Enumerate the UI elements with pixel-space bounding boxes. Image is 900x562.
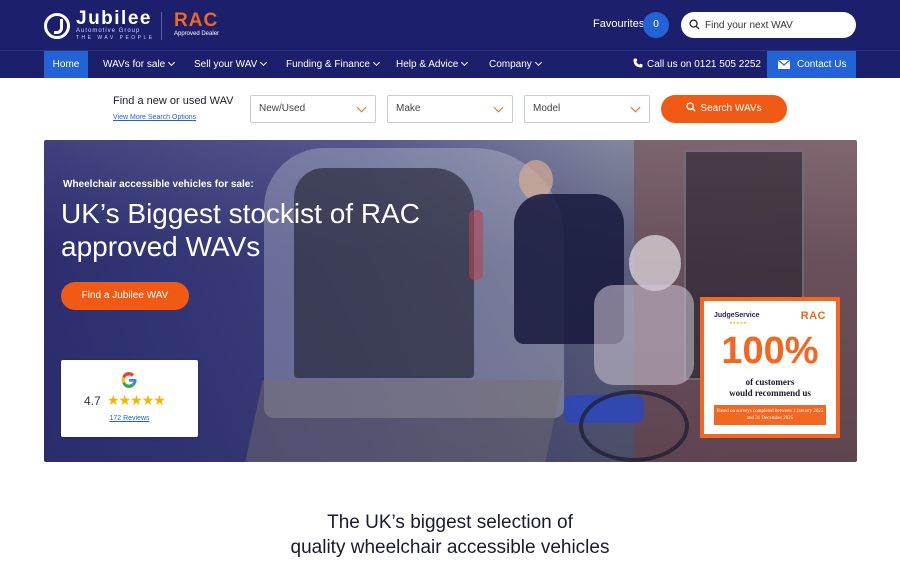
search-wavs-button[interactable]: Search WAVs <box>661 95 787 123</box>
new-used-select[interactable]: New/Used <box>250 95 376 123</box>
logo-subtitle: Automotive Group <box>76 28 141 34</box>
reviews-count-link[interactable]: 172 Reviews <box>61 415 198 422</box>
section-title-line-1: The UK’s biggest selection of <box>327 512 573 533</box>
jubilee-logo-icon <box>44 13 70 39</box>
chevron-down-icon <box>534 58 542 67</box>
judge-service-logo: JudgeService <box>714 312 760 319</box>
nav-funding-finance[interactable]: Funding & Finance <box>286 51 380 78</box>
nav-company-label: Company <box>489 59 532 70</box>
nav-phone-link[interactable]: Call us on 0121 505 2252 <box>633 51 761 78</box>
badge-line-1: of customers <box>745 377 795 387</box>
section-title: The UK’s biggest selection of quality wh… <box>0 510 900 560</box>
recommend-badge: JudgeService ★★★★★ RAC 100% of customers… <box>700 297 840 438</box>
google-icon <box>121 372 137 388</box>
chevron-down-icon <box>168 58 176 67</box>
more-search-options-link[interactable]: View More Search Options <box>113 114 196 121</box>
rac-approved-label: Approved Dealer <box>174 31 220 37</box>
header-search[interactable] <box>681 12 856 38</box>
phone-label: Call us on 0121 505 2252 <box>647 59 761 70</box>
chevron-down-icon <box>372 58 380 67</box>
search-icon <box>689 19 700 30</box>
nav-sell-label: Sell your WAV <box>194 59 258 70</box>
judge-service-stars: ★★★★★ <box>729 320 747 325</box>
google-reviews-card[interactable]: 4.7 ★★★★★ 172 Reviews <box>61 360 198 437</box>
finder-title: Find a new or used WAV <box>113 95 234 107</box>
favourites-link[interactable]: Favourites <box>593 18 644 30</box>
logo-divider <box>161 12 162 40</box>
favourites-count-badge[interactable]: 0 <box>643 12 669 38</box>
hero-title: UK’s Biggest stockist of RAC approved WA… <box>61 198 420 262</box>
nav-help-label: Help & Advice <box>396 59 459 70</box>
chevron-down-icon <box>356 102 367 113</box>
rating-stars-icon: ★★★★★ <box>107 392 166 408</box>
chevron-down-icon <box>461 58 469 67</box>
header-search-input[interactable] <box>705 17 845 33</box>
google-rating-value: 4.7 <box>84 394 101 408</box>
chevron-down-icon <box>493 102 504 113</box>
nav-sell-your-wav[interactable]: Sell your WAV <box>194 51 268 78</box>
nav-home[interactable]: Home <box>44 51 88 78</box>
badge-line-2: would recommend us <box>729 388 811 398</box>
header-bar: Jubilee Automotive Group THE WAV PEOPLE … <box>0 0 900 50</box>
logo-tagline: THE WAV PEOPLE <box>76 35 155 41</box>
hero-wheelchair-image <box>579 390 689 462</box>
nav-home-label: Home <box>52 59 80 70</box>
badge-percent: 100% <box>721 330 819 372</box>
nav-funding-label: Funding & Finance <box>286 59 370 70</box>
rac-approved-logo: RAC Approved Dealer <box>174 11 219 39</box>
chevron-down-icon <box>630 102 641 113</box>
rac-logo-text: RAC <box>174 10 219 31</box>
model-value: Model <box>533 103 561 114</box>
new-used-value: New/Used <box>259 103 306 114</box>
badge-footnote: Based on surveys completed between 1 Jan… <box>714 405 826 425</box>
main-nav: Home WAVs for sale Sell your WAV Funding… <box>0 50 900 78</box>
nav-wavs-label: WAVs for sale <box>103 59 166 70</box>
hero-kicker: Wheelchair accessible vehicles for sale: <box>63 179 254 190</box>
contact-us-label: Contact Us <box>797 59 847 70</box>
model-select[interactable]: Model <box>524 95 650 123</box>
make-value: Make <box>396 103 421 114</box>
logo-name: Jubilee <box>76 8 152 29</box>
phone-icon <box>633 58 643 68</box>
nav-company[interactable]: Company <box>489 51 542 78</box>
search-wavs-label: Search WAVs <box>700 103 762 114</box>
jubilee-logo[interactable]: Jubilee Automotive Group THE WAV PEOPLE <box>44 8 155 42</box>
make-select[interactable]: Make <box>387 95 513 123</box>
contact-us-button[interactable]: Contact Us <box>767 51 856 78</box>
badge-rac-logo: RAC <box>800 310 826 322</box>
chevron-down-icon <box>260 58 268 67</box>
nav-wavs-for-sale[interactable]: WAVs for sale <box>103 51 176 78</box>
find-jubilee-wav-button[interactable]: Find a Jubilee WAV <box>61 282 189 310</box>
hero-ramp-image <box>245 380 563 462</box>
search-icon <box>686 102 697 112</box>
nav-help-advice[interactable]: Help & Advice <box>396 51 469 78</box>
section-title-line-2: quality wheelchair accessible vehicles <box>290 537 610 558</box>
envelope-icon <box>778 60 790 69</box>
hero-banner: Wheelchair accessible vehicles for sale:… <box>44 140 857 462</box>
